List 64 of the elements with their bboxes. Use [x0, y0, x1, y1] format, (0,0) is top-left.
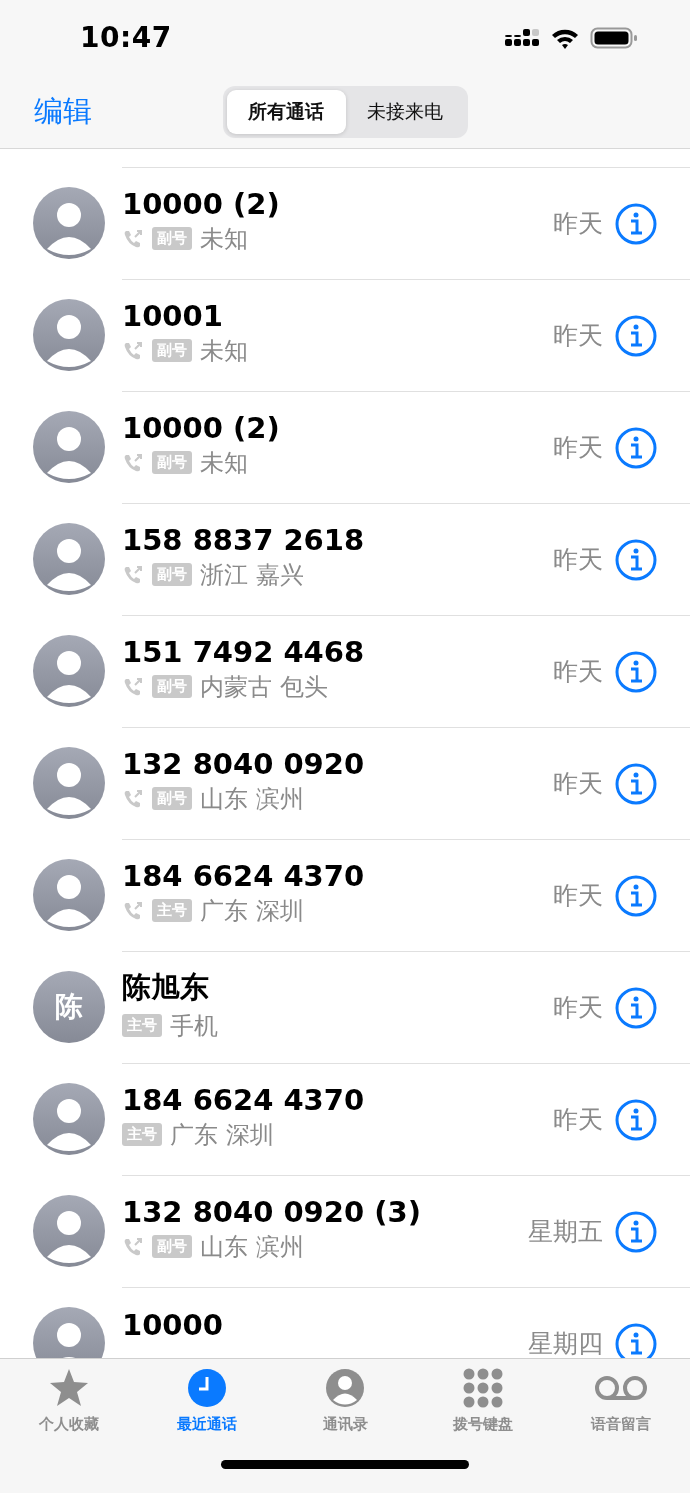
- info-icon[interactable]: [615, 762, 657, 805]
- edit-button[interactable]: 编辑: [30, 91, 96, 132]
- tab-bar-item[interactable]: 拨号键盘: [446, 1367, 520, 1434]
- call-detail: 未知: [200, 447, 248, 479]
- avatar: 陈: [33, 971, 105, 1043]
- call-detail: 广东 深圳: [170, 1119, 274, 1151]
- call-time: 昨天: [553, 1104, 603, 1136]
- caller-name: 132 8040 0920: [122, 746, 366, 781]
- battery-icon: [590, 25, 638, 50]
- avatar-icon: [33, 747, 105, 819]
- call-detail: 未知: [200, 223, 248, 255]
- filter-tab[interactable]: 未接来电: [345, 90, 464, 134]
- avatar-icon: [33, 859, 105, 931]
- caller-name: 陈旭东: [122, 968, 210, 1006]
- call-detail: 山东 滨州: [200, 783, 304, 815]
- call-time: 昨天: [553, 432, 603, 464]
- tab-bar-item[interactable]: 个人收藏: [32, 1367, 106, 1434]
- caller-name: 184 6624 4370: [122, 1082, 366, 1117]
- avatar-icon: [33, 299, 105, 371]
- info-icon[interactable]: [615, 986, 657, 1029]
- call-time: 昨天: [553, 656, 603, 688]
- caller-name: 132 8040 0920 (3): [122, 1194, 422, 1229]
- call-time: 昨天: [553, 544, 603, 576]
- info-icon[interactable]: [615, 202, 657, 245]
- info-icon[interactable]: [615, 426, 657, 469]
- status-time: 10:47: [80, 21, 172, 54]
- avatar-icon: [33, 1083, 105, 1155]
- tab-bar-item[interactable]: 最近通话: [170, 1367, 244, 1434]
- info-icon[interactable]: [615, 314, 657, 357]
- caller-name: 10000 (2): [122, 410, 281, 445]
- call-detail: 浙江 嘉兴: [200, 559, 304, 591]
- tab-bar-item[interactable]: 通讯录: [308, 1367, 382, 1434]
- caller-name: 184 6624 4370: [122, 858, 366, 893]
- call-detail: 手机: [170, 1010, 218, 1042]
- call-time: 昨天: [553, 992, 603, 1024]
- caller-name: 158 8837 2618: [122, 522, 366, 557]
- avatar-icon: [33, 635, 105, 707]
- info-icon[interactable]: [615, 874, 657, 917]
- filter-tab[interactable]: 所有通话: [227, 90, 346, 134]
- caller-name: 10001: [122, 298, 224, 333]
- call-time: 昨天: [553, 208, 603, 240]
- call-time: 星期五: [528, 1216, 603, 1248]
- call-detail: 未知: [200, 335, 248, 367]
- caller-name: 151 7492 4468: [122, 634, 366, 669]
- tab-bar-item[interactable]: 语音留言: [584, 1367, 658, 1434]
- signal-icon: [504, 26, 540, 49]
- call-time: 昨天: [553, 880, 603, 912]
- avatar-icon: [33, 411, 105, 483]
- info-icon[interactable]: [615, 650, 657, 693]
- call-detail: 内蒙古 包头: [200, 671, 328, 703]
- avatar-icon: [33, 523, 105, 595]
- info-icon[interactable]: [615, 1098, 657, 1141]
- info-icon[interactable]: [615, 1210, 657, 1253]
- call-detail: 广东 深圳: [200, 895, 304, 927]
- avatar-icon: [33, 187, 105, 259]
- info-icon[interactable]: [615, 1322, 657, 1358]
- caller-name: 10000: [122, 1307, 224, 1342]
- info-icon[interactable]: [615, 538, 657, 581]
- caller-name: 10000 (2): [122, 186, 281, 221]
- call-detail: 山东 滨州: [200, 1231, 304, 1263]
- call-time: 昨天: [553, 768, 603, 800]
- call-time: 昨天: [553, 320, 603, 352]
- avatar-icon: [33, 1195, 105, 1267]
- call-time: 星期四: [528, 1328, 603, 1358]
